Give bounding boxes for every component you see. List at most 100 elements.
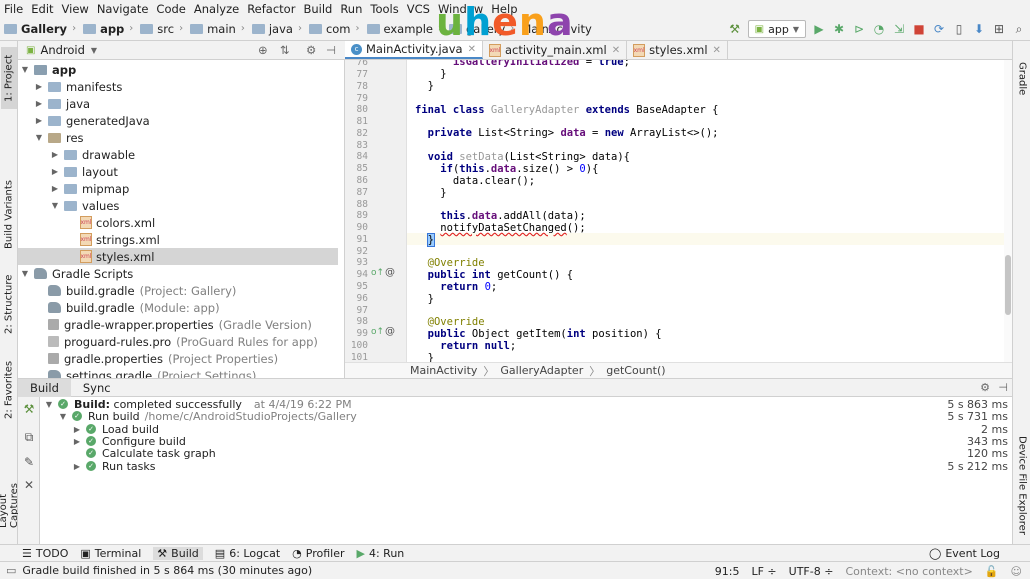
context-indicator[interactable]: Context: <no context> (845, 565, 972, 578)
breadcrumb-method[interactable]: getCount() (606, 364, 665, 377)
tab-project[interactable]: 1: Project (1, 47, 17, 109)
tab-gradle[interactable]: Gradle (1014, 59, 1030, 99)
tab-build-bottom[interactable]: ⚒ Build (153, 546, 203, 560)
nav-crumb-com[interactable]: com › (308, 22, 365, 36)
override-marker-icon[interactable]: o↑ (371, 268, 384, 278)
debug-icon[interactable]: ✱ (832, 22, 846, 36)
tree-item-layout[interactable]: ▶ layout (18, 163, 338, 180)
tab-run[interactable]: ▶ 4: Run (357, 547, 405, 560)
chevron-down-icon[interactable]: ▼ (50, 201, 60, 210)
lock-icon[interactable]: 🔓 (985, 565, 999, 578)
menu-code[interactable]: Code (156, 2, 185, 16)
chevron-right-icon[interactable]: ▶ (34, 82, 44, 91)
menu-tools[interactable]: Tools (370, 2, 398, 16)
tree-item-values[interactable]: ▼ values (18, 197, 338, 214)
tab-event-log[interactable]: ◯ Event Log (929, 547, 1000, 560)
tree-item-gradle-scripts[interactable]: ▼ Gradle Scripts (18, 265, 338, 282)
menu-navigate[interactable]: Navigate (97, 2, 149, 16)
chevron-right-icon[interactable]: ▶ (50, 167, 60, 176)
nav-crumb-main[interactable]: main › (190, 22, 250, 36)
close-icon[interactable]: ✕ (22, 478, 36, 492)
menu-refactor[interactable]: Refactor (247, 2, 295, 16)
locate-icon[interactable]: ⊕ (258, 43, 268, 57)
chevron-down-icon[interactable]: ▼ (58, 412, 68, 421)
chevron-down-icon[interactable]: ▼ (20, 269, 30, 278)
close-icon[interactable]: ✕ (612, 45, 620, 56)
profile-icon[interactable]: ◔ (872, 22, 886, 36)
tab-layout-captures[interactable]: Layout Captures (0, 446, 20, 528)
tree-item-app[interactable]: ▼ app (18, 61, 338, 78)
gear-icon[interactable]: ⚙ (980, 381, 990, 394)
nav-crumb-example[interactable]: example › (366, 22, 448, 36)
menu-run[interactable]: Run (340, 2, 362, 16)
tab-structure[interactable]: 2: Structure (1, 273, 17, 335)
hammer-icon[interactable]: ⚒ (22, 402, 36, 416)
chevron-right-icon[interactable]: ▶ (50, 150, 60, 159)
menu-vcs[interactable]: VCS (407, 2, 430, 16)
tree-item-proguard[interactable]: proguard-rules.pro (ProGuard Rules for ap… (18, 333, 338, 350)
tree-item-colors-xml[interactable]: xml colors.xml (18, 214, 338, 231)
chevron-right-icon[interactable]: ▶ (72, 437, 82, 446)
build-row-calculate-task-graph[interactable]: ✓ Calculate task graph 120 ms (40, 447, 1010, 460)
build-row-summary[interactable]: ▼ ✓ Build: completed successfully at 4/4/19… (40, 398, 1010, 411)
hammer-icon[interactable]: ⚒ (728, 22, 742, 36)
tab-styles-xml[interactable]: xml styles.xml ✕ (627, 41, 728, 59)
tree-item-settings-gradle[interactable]: settings.gradle (Project Settings) (18, 367, 338, 378)
scrollbar-thumb[interactable] (1005, 255, 1011, 315)
tab-activity-main-xml[interactable]: xml activity_main.xml ✕ (483, 41, 628, 59)
tree-item-strings-xml[interactable]: xml strings.xml (18, 231, 338, 248)
code-editor[interactable]: 76 77 78 79 80 81 82 83 84 85 86 87 88 8… (345, 60, 1012, 362)
avd-manager-icon[interactable]: ▯ (952, 22, 966, 36)
tree-item-gradle-wrapper[interactable]: gradle-wrapper.properties (Gradle Version… (18, 316, 338, 333)
coverage-icon[interactable]: ⊳ (852, 22, 866, 36)
menu-analyze[interactable]: Analyze (194, 2, 239, 16)
file-encoding[interactable]: UTF-8 ÷ (789, 565, 834, 578)
tab-logcat[interactable]: ▤ 6: Logcat (215, 547, 280, 560)
status-icon[interactable]: ▭ (6, 564, 16, 577)
tree-item-res[interactable]: ▼ res (18, 129, 338, 146)
project-view-select[interactable]: Android (40, 43, 84, 57)
tree-item-build-gradle-project[interactable]: build.gradle (Project: Gallery) (18, 282, 338, 299)
hide-icon[interactable]: ⊣ (326, 43, 336, 57)
editor-scrollbar[interactable] (1004, 60, 1012, 362)
chevron-right-icon[interactable]: ▶ (72, 462, 82, 471)
collapse-icon[interactable]: ⇅ (280, 43, 290, 57)
tree-item-mipmap[interactable]: ▶ mipmap (18, 180, 338, 197)
nav-crumb-java[interactable]: java › (251, 22, 307, 36)
menu-view[interactable]: View (62, 2, 89, 16)
nav-crumb-app[interactable]: app › (83, 22, 138, 36)
menu-file[interactable]: File (4, 2, 23, 16)
build-row-configure-build[interactable]: ▶ ✓ Configure build 343 ms (40, 435, 1010, 448)
run-icon[interactable]: ▶ (812, 22, 826, 36)
chevron-down-icon[interactable]: ▼ (20, 65, 30, 74)
chevron-down-icon[interactable]: ▼ (91, 46, 97, 55)
chevron-right-icon[interactable]: ▶ (50, 184, 60, 193)
chevron-right-icon[interactable]: ▶ (34, 116, 44, 125)
close-icon[interactable]: ✕ (468, 44, 476, 55)
attach-debugger-icon[interactable]: ⇲ (892, 22, 906, 36)
tab-sync[interactable]: Sync (71, 379, 123, 397)
nav-crumb-gallery[interactable]: Gallery › (4, 22, 81, 36)
build-row-run-tasks[interactable]: ▶ ✓ Run tasks 5 s 212 ms (40, 460, 1010, 473)
chevron-right-icon[interactable]: ▶ (72, 425, 82, 434)
search-icon[interactable]: ⌕ (1012, 22, 1026, 36)
chevron-right-icon[interactable]: ▶ (34, 99, 44, 108)
tree-item-build-gradle-module[interactable]: build.gradle (Module: app) (18, 299, 338, 316)
close-icon[interactable]: ✕ (713, 45, 721, 56)
pin-icon[interactable]: ✎ (22, 455, 36, 469)
chevron-down-icon[interactable]: ▼ (44, 400, 54, 409)
tab-todo[interactable]: ☰ TODO (22, 547, 68, 560)
gear-icon[interactable]: ⚙ (306, 43, 316, 57)
nav-crumb-src[interactable]: src › (140, 22, 188, 36)
status-message[interactable]: Gradle build finished in 5 s 864 ms (30 … (22, 564, 312, 577)
toggle-view-icon[interactable]: ⧉ (22, 430, 36, 444)
menu-edit[interactable]: Edit (31, 2, 53, 16)
tab-build-variants[interactable]: Build Variants (1, 179, 17, 251)
tab-mainactivity-java[interactable]: c MainActivity.java ✕ (345, 41, 483, 59)
tab-terminal[interactable]: ▣ Terminal (80, 547, 141, 560)
tree-item-drawable[interactable]: ▶ drawable (18, 146, 338, 163)
menu-build[interactable]: Build (303, 2, 332, 16)
breadcrumb-inner-class[interactable]: GalleryAdapter (500, 364, 583, 377)
tab-profiler[interactable]: ◔ Profiler (292, 547, 344, 560)
tab-favorites[interactable]: 2: Favorites (1, 359, 17, 421)
